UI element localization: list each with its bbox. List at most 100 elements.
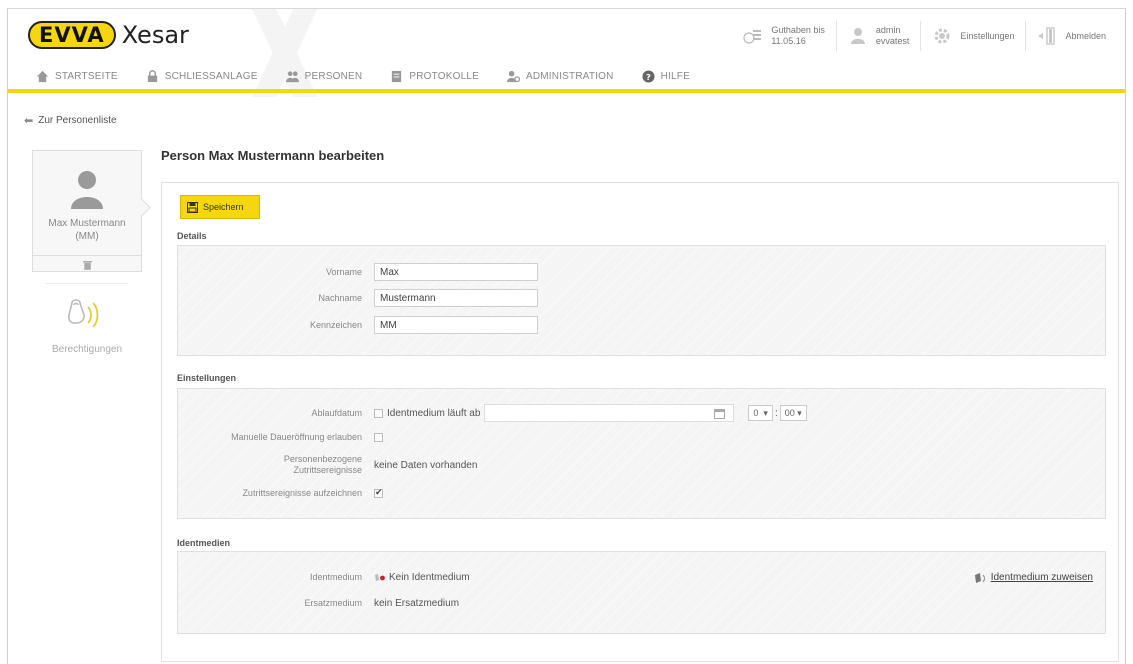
events-row: Personenbezogene Zutrittsereignisse kein…	[178, 454, 478, 476]
last-name-input[interactable]	[374, 289, 538, 307]
nav-item-home[interactable]: Startseite	[36, 70, 118, 83]
first-name-label: Vorname	[325, 266, 362, 277]
replacement-label: Ersatzmedium	[304, 598, 362, 608]
medium-label: Identmedium	[309, 572, 362, 582]
settings-link[interactable]: Einstellungen	[920, 21, 1025, 51]
hour-select[interactable]: 0 ▾	[748, 405, 773, 421]
expiry-checkbox-label: Identmedium läuft ab	[387, 407, 481, 419]
user-menu[interactable]: admin evvatest	[835, 21, 921, 51]
manual-open-checkbox[interactable]	[374, 433, 383, 442]
medium-value: Kein Identmedium	[389, 572, 470, 583]
identifier-input[interactable]	[374, 316, 538, 334]
nav-accent-bar	[8, 89, 1125, 93]
nav-item-administration[interactable]: Administration	[506, 70, 614, 83]
manual-open-row: Manuelle Daueröffnung erlauben	[178, 432, 383, 443]
save-button[interactable]: Speichern	[180, 195, 260, 219]
floppy-disk-icon	[187, 201, 198, 213]
assign-medium-link[interactable]: Identmedium zuweisen	[974, 572, 1093, 584]
user-icon	[850, 28, 865, 44]
nav-label: Administration	[525, 70, 614, 82]
hour-value: 0	[753, 408, 759, 418]
details-section-title: Details	[177, 231, 207, 241]
delete-person-button[interactable]	[33, 255, 141, 273]
settings-panel: Ablaufdatum Identmedium läuft ab 0 ▾ : 0…	[177, 388, 1106, 519]
record-events-label: Zutrittsereignisse aufzeichnen	[242, 488, 362, 498]
replacement-value: kein Ersatzmedium	[374, 598, 460, 609]
record-events-row: Zutrittsereignisse aufzeichnen	[178, 487, 383, 499]
evva-logo: EVVA	[28, 21, 116, 49]
page-title: Person Max Mustermann bearbeiten	[161, 148, 385, 163]
nav-label: Hilfe	[660, 70, 690, 82]
media-section-title: Identmedien	[177, 538, 231, 548]
time-separator: :	[774, 407, 778, 419]
manual-open-label: Manuelle Daueröffnung erlauben	[231, 432, 362, 442]
media-panel: Identmedium Kein Identmedium Identmedium…	[177, 551, 1106, 634]
gear-icon	[934, 28, 950, 44]
document-icon	[392, 70, 402, 82]
no-medium-icon	[375, 573, 385, 581]
credit-icon	[743, 30, 762, 44]
nav-label: Personen	[304, 70, 363, 82]
permissions-key-icon	[67, 299, 99, 328]
last-name-label: Nachname	[318, 292, 362, 303]
events-label-line1: Personenbezogene	[283, 454, 362, 464]
logout-link[interactable]: Abmelden	[1025, 21, 1117, 51]
expiry-row: Ablaufdatum Identmedium läuft ab 0 ▾ : 0…	[178, 404, 807, 422]
people-icon	[285, 70, 299, 82]
nav-item-persons[interactable]: Personen	[285, 70, 363, 83]
svg-text:?: ?	[646, 71, 651, 81]
app-window: EVVA Xesar Guthaben bis 11.05.16 admin e…	[7, 8, 1126, 664]
credit-label: Guthaben bis	[771, 25, 825, 35]
logout-icon	[1038, 27, 1056, 45]
help-icon: ?	[642, 69, 655, 83]
save-label: Speichern	[203, 202, 244, 212]
user-tenant: evvatest	[875, 36, 910, 46]
record-events-checkbox[interactable]	[374, 487, 383, 498]
details-panel: Vorname Nachname Kennzeichen	[177, 245, 1106, 356]
avatar-icon	[71, 171, 103, 209]
minute-value: 00	[784, 408, 795, 418]
main-nav: Startseite Schliessanlage Personen Proto…	[8, 63, 1125, 89]
events-value: keine Daten vorhanden	[374, 459, 478, 471]
person-name: Max Mustermann	[48, 218, 126, 229]
back-link[interactable]: ⬅ Zur Personenliste	[24, 114, 117, 127]
header-toolbar: Guthaben bis 11.05.16 admin evvatest Ein…	[732, 21, 1117, 55]
expiry-label: Ablaufdatum	[311, 407, 362, 418]
chevron-down-icon: ▾	[797, 407, 802, 418]
calendar-icon[interactable]	[714, 408, 726, 419]
nav-label: Protokolle	[409, 70, 479, 82]
permissions-label: Berechtigungen	[51, 344, 123, 355]
first-name-row: Vorname	[178, 263, 538, 281]
nav-item-logs[interactable]: Protokolle	[390, 70, 479, 83]
events-label: Personenbezogene Zutrittsereignisse	[178, 454, 374, 476]
person-card[interactable]: Max Mustermann (MM)	[32, 150, 142, 272]
user-name: admin	[875, 25, 901, 35]
back-link-label: Zur Personenliste	[38, 115, 117, 126]
logout-label: Abmelden	[1065, 30, 1106, 41]
logo[interactable]: EVVA Xesar	[28, 21, 189, 49]
expiry-checkbox[interactable]	[374, 408, 383, 418]
nav-item-locking-system[interactable]: Schliessanlage	[146, 69, 258, 83]
settings-section-title: Einstellungen	[177, 373, 237, 383]
assign-medium-icon	[974, 572, 985, 583]
permissions-link[interactable]: Berechtigungen	[32, 297, 142, 355]
nav-label: Startseite	[55, 70, 118, 82]
first-name-input[interactable]	[374, 263, 538, 281]
credit-date: 11.05.16	[771, 36, 806, 46]
medium-row: Identmedium Kein Identmedium Identmedium…	[178, 572, 1105, 583]
product-name: Xesar	[121, 21, 189, 49]
events-label-line2: Zutrittsereignisse	[293, 465, 362, 475]
last-name-row: Nachname	[178, 289, 538, 307]
nav-label: Schliessanlage	[164, 70, 258, 82]
chevron-down-icon: ▾	[763, 407, 768, 418]
credit-info[interactable]: Guthaben bis 11.05.16	[732, 21, 836, 51]
nav-item-help[interactable]: ? Hilfe	[642, 69, 690, 83]
settings-label: Einstellungen	[960, 30, 1015, 41]
header: EVVA Xesar Guthaben bis 11.05.16 admin e…	[8, 9, 1125, 97]
person-card-name: Max Mustermann (MM)	[33, 217, 141, 243]
trash-icon	[82, 260, 92, 270]
minute-select[interactable]: 00 ▾	[779, 405, 807, 421]
back-arrow-icon: ⬅	[24, 115, 34, 127]
expiry-date-input[interactable]	[484, 404, 735, 422]
identifier-label: Kennzeichen	[309, 319, 362, 330]
